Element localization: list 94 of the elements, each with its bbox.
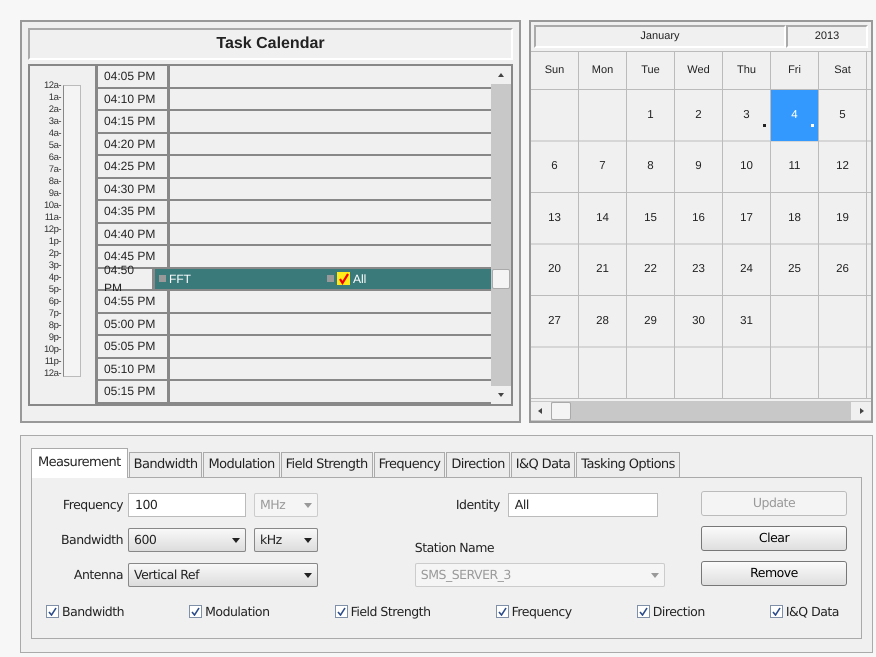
bandwidth-dropdown[interactable]: 600 — [128, 528, 246, 552]
day-cell[interactable]: 5 — [819, 90, 866, 140]
day-cell[interactable]: 26 — [819, 244, 866, 295]
tab[interactable]: Measurement — [31, 448, 128, 478]
field-label: Frequency — [62, 496, 124, 514]
day-cell[interactable]: 13 — [531, 193, 578, 244]
tab[interactable]: Bandwidth — [128, 452, 202, 476]
hour-label: 12a- — [44, 80, 62, 92]
hour-label: 1a- — [48, 92, 62, 104]
day-cell[interactable]: 7 — [579, 142, 626, 192]
checkbox-label: I&Q Data — [786, 602, 839, 620]
checkbox-label: Modulation — [205, 602, 270, 620]
day-cell[interactable]: 19 — [819, 193, 866, 244]
hour-label: 10a- — [44, 200, 62, 212]
day-cell[interactable]: 3 — [723, 90, 770, 140]
tab[interactable]: Modulation — [203, 452, 280, 476]
hour-label: 7p- — [48, 308, 62, 320]
checkbox-label: Frequency — [512, 602, 572, 621]
unit-dropdown[interactable]: kHz — [254, 528, 318, 552]
field-label: Identity — [454, 496, 501, 514]
hour-label: 3p- — [48, 260, 62, 272]
hour-label: 12p- — [44, 224, 62, 236]
hour-label: 9a- — [48, 188, 62, 200]
task-label: All — [353, 270, 366, 288]
day-cell[interactable]: 21 — [579, 244, 626, 295]
hour-label: 8a- — [48, 176, 62, 188]
action-button[interactable]: Remove — [701, 560, 847, 586]
day-cell[interactable]: 2 — [675, 90, 722, 140]
day-cell[interactable]: 28 — [579, 296, 626, 346]
day-cell[interactable]: 12 — [819, 142, 866, 192]
weekday-header: Mon — [579, 52, 627, 89]
day-cell[interactable]: 22 — [627, 244, 674, 295]
weekday-header: Sun — [531, 52, 579, 89]
day-cell[interactable]: 6 — [531, 142, 578, 192]
field-label: Bandwidth — [60, 530, 124, 549]
hour-label: 5a- — [48, 140, 62, 152]
day-cell[interactable]: 8 — [627, 142, 674, 192]
day-cell[interactable]: 31 — [723, 296, 770, 346]
tab[interactable]: Tasking Options — [576, 452, 680, 476]
hour-label: 4a- — [48, 128, 62, 140]
field-label: Station Name — [414, 538, 494, 557]
hour-label: 2p- — [48, 248, 62, 260]
weekday-header: Wed — [675, 52, 723, 89]
antenna-dropdown[interactable]: Vertical Ref — [128, 563, 318, 587]
checkbox-label: Bandwidth — [62, 602, 124, 620]
day-cell[interactable]: 17 — [723, 193, 770, 244]
hour-label: 6p- — [48, 296, 62, 308]
hour-label: 1p- — [48, 236, 62, 248]
weekday-header: Thu — [723, 52, 771, 89]
year-label[interactable]: 2013 — [786, 25, 868, 48]
day-cell[interactable]: 14 — [579, 193, 626, 244]
day-cell[interactable]: 1 — [627, 90, 674, 140]
panel-title: Task Calendar — [28, 28, 513, 60]
action-button[interactable]: Clear — [701, 526, 847, 550]
day-cell[interactable]: 20 — [531, 244, 578, 295]
day-cell[interactable]: 30 — [675, 296, 722, 346]
weekday-header: Fri — [771, 52, 819, 89]
hour-label: 9p- — [48, 332, 62, 344]
checkbox-label: Direction — [652, 602, 705, 620]
day-cell[interactable]: 15 — [627, 193, 674, 244]
day-cell[interactable]: 24 — [723, 244, 770, 295]
day-cell[interactable]: 25 — [771, 244, 818, 295]
day-cell[interactable]: 9 — [675, 142, 722, 192]
hour-label: 5p- — [48, 284, 62, 296]
hour-label: 10p- — [44, 344, 62, 356]
hour-label: 7a- — [48, 164, 62, 176]
tab[interactable]: Frequency — [374, 452, 446, 476]
tab[interactable]: I&Q Data — [510, 452, 576, 476]
task-label: FFT — [169, 270, 191, 288]
field-label: Antenna — [72, 566, 124, 584]
day-cell[interactable]: 16 — [675, 193, 722, 244]
day-cell[interactable]: 11 — [771, 142, 818, 192]
hour-label: 3a- — [48, 116, 62, 128]
hour-label: 8p- — [48, 320, 62, 332]
hour-label: 11p- — [44, 356, 62, 368]
identity-field[interactable]: All — [508, 493, 658, 517]
day-cell[interactable]: 29 — [627, 296, 674, 346]
weekday-header: Sat — [819, 52, 867, 89]
weekday-header: Tue — [627, 52, 675, 89]
day-cell[interactable]: 10 — [723, 142, 770, 192]
hour-label: 2a- — [48, 104, 62, 116]
day-cell[interactable]: 18 — [771, 193, 818, 244]
month-label[interactable]: January — [534, 25, 786, 48]
hour-label: 12a- — [44, 368, 62, 380]
hour-label: 6a- — [48, 152, 62, 164]
tab[interactable]: Field Strength — [280, 452, 373, 476]
frequency-field[interactable]: 100 — [128, 493, 246, 517]
tab[interactable]: Direction — [446, 452, 510, 476]
day-cell[interactable]: 27 — [531, 296, 578, 346]
time-slot[interactable]: FFT All — [155, 268, 491, 289]
hour-label: 4p- — [48, 272, 62, 284]
hour-label: 11a- — [44, 212, 62, 224]
day-cell[interactable]: 23 — [675, 244, 722, 295]
checkbox-label: Field Strength — [350, 602, 431, 621]
